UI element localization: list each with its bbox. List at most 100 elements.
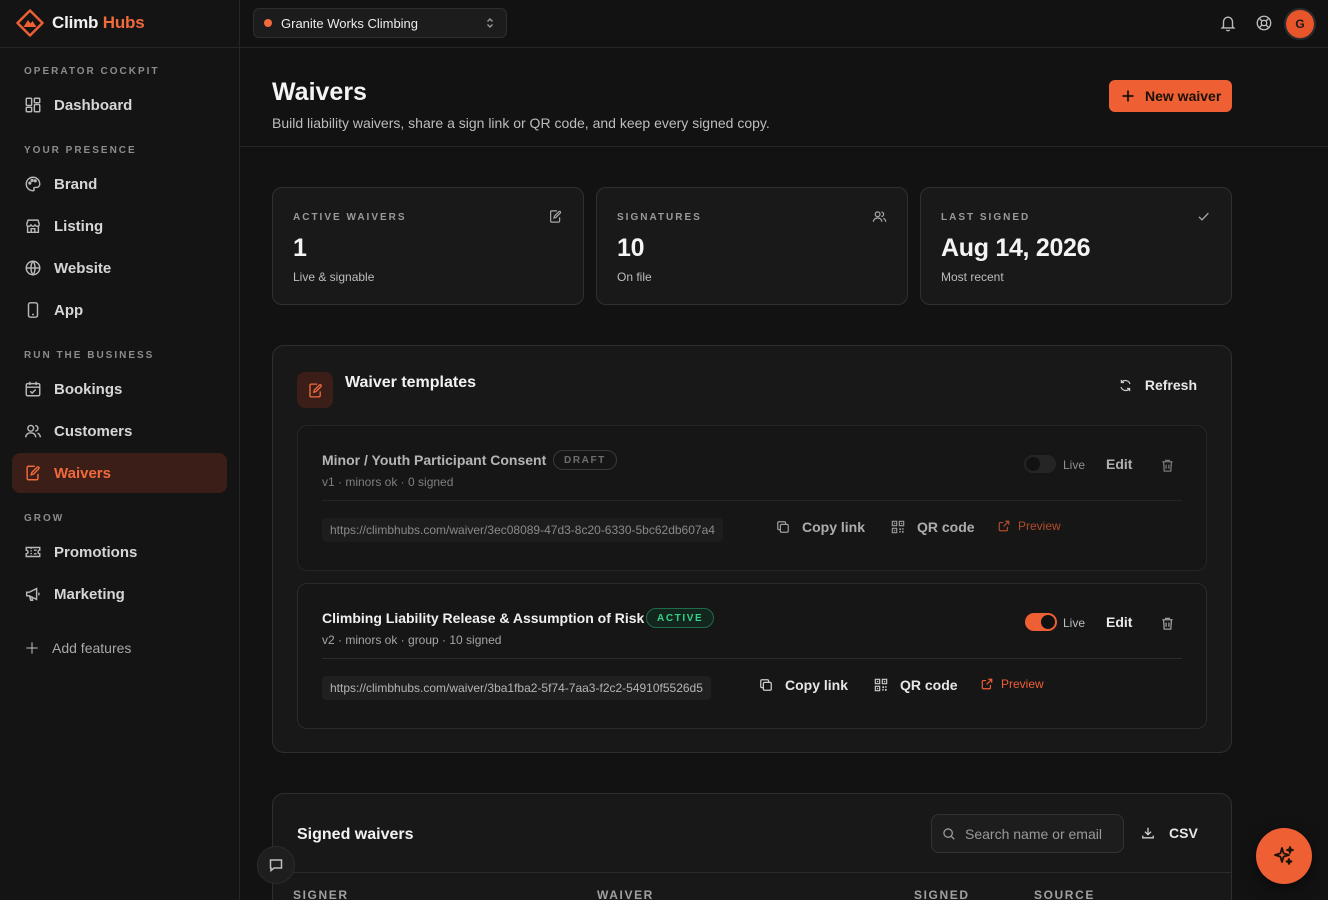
template-card-minor-youth: Minor / Youth Participant Consent DRAFT … — [297, 425, 1207, 571]
template-name: Climbing Liability Release & Assumption … — [322, 610, 645, 626]
feedback-chat-button[interactable] — [257, 846, 295, 884]
copy-link-button[interactable]: Copy link — [759, 677, 848, 693]
status-badge-draft: DRAFT — [553, 450, 617, 470]
stat-note: Most recent — [941, 270, 1004, 284]
sidebar-item-promotions[interactable]: Promotions — [12, 532, 227, 572]
stat-label: LAST SIGNED — [941, 212, 1031, 223]
column-header-signer[interactable]: SIGNER — [293, 888, 349, 900]
new-waiver-label: New waiver — [1145, 88, 1222, 104]
stat-value: 1 — [293, 234, 307, 262]
sidebar-item-app[interactable]: App — [12, 290, 227, 330]
brand-logo[interactable]: Climb Hubs — [16, 9, 145, 37]
climb-hubs-logo-icon — [16, 9, 44, 37]
csv-export-button[interactable]: CSV — [1141, 825, 1198, 841]
live-label: Live — [1063, 458, 1086, 472]
sidebar-item-label: Brand — [54, 175, 98, 193]
column-header-waiver[interactable]: WAIVER — [597, 888, 654, 900]
bell-icon[interactable] — [1219, 14, 1237, 32]
external-link-icon — [998, 520, 1010, 532]
signed-search-box[interactable] — [931, 814, 1124, 853]
column-header-signed[interactable]: SIGNED — [914, 888, 970, 900]
add-features-label: Add features — [52, 640, 132, 656]
ticket-icon — [24, 543, 42, 561]
store-icon — [24, 217, 42, 235]
column-header-source[interactable]: SOURCE — [1034, 888, 1095, 900]
qr-code-button[interactable]: QR code — [891, 519, 975, 535]
sidebar-item-label: Waivers — [54, 464, 111, 482]
sidebar-item-label: App — [54, 301, 84, 319]
trash-icon[interactable] — [1160, 458, 1175, 473]
signed-divider — [273, 872, 1231, 873]
preview-link[interactable]: Preview — [998, 519, 1061, 533]
panel-badge — [297, 372, 333, 408]
sidebar-item-waivers[interactable]: Waivers — [12, 453, 227, 493]
help-lifebuoy-icon[interactable] — [1255, 14, 1273, 32]
grid-icon — [24, 96, 42, 114]
signed-waivers-title: Signed waivers — [297, 826, 414, 843]
edit-button[interactable]: Edit — [1106, 456, 1132, 472]
qr-code-button[interactable]: QR code — [874, 677, 958, 693]
sign-link-url: https://climbhubs.com/waiver/3ec08089-47… — [322, 518, 723, 542]
stat-card-last-signed: LAST SIGNED Aug 14, 2026 Most recent — [920, 187, 1232, 305]
user-avatar[interactable]: G — [1284, 8, 1316, 40]
sidebar: Climb Hubs OPERATOR COCKPIT Dashboard YO… — [0, 0, 240, 900]
edit-document-icon — [24, 464, 42, 482]
toggle-knob — [1041, 615, 1055, 629]
template-meta: v2 · minors ok · group · 10 signed — [322, 633, 502, 647]
template-name: Minor / Youth Participant Consent — [322, 452, 547, 468]
toggle-knob — [1026, 457, 1040, 471]
search-input[interactable] — [965, 825, 1115, 842]
sidebar-item-marketing[interactable]: Marketing — [12, 574, 227, 614]
sidebar-item-label: Customers — [54, 422, 133, 440]
stat-value: Aug 14, 2026 — [941, 234, 1091, 262]
signed-waivers-panel: Signed waivers CSV SIGNER WAIVER SIGNED … — [272, 793, 1232, 900]
waiver-templates-panel: Waiver templates Refresh Minor / Youth P… — [272, 345, 1232, 753]
live-label: Live — [1063, 616, 1086, 630]
sidebar-item-label: Website — [54, 259, 112, 277]
workspace-name: Granite Works Climbing — [281, 15, 419, 31]
section-label-your-presence: YOUR PRESENCE — [24, 145, 137, 156]
workspace-switcher[interactable]: Granite Works Climbing — [253, 8, 507, 38]
sign-link-url: https://climbhubs.com/waiver/3ba1fba2-5f… — [322, 676, 711, 700]
header-divider — [240, 146, 1328, 147]
search-icon — [942, 827, 956, 841]
refresh-button[interactable]: Refresh — [1118, 377, 1197, 393]
stat-note: Live & signable — [293, 270, 375, 284]
copy-link-button[interactable]: Copy link — [776, 519, 865, 535]
sidebar-item-customers[interactable]: Customers — [12, 411, 227, 451]
trash-icon[interactable] — [1160, 616, 1175, 631]
live-toggle[interactable] — [1025, 613, 1057, 631]
ai-assistant-button[interactable] — [1256, 828, 1312, 884]
template-meta: v1 · minors ok · 0 signed — [322, 475, 454, 489]
chat-icon — [268, 857, 284, 873]
edit-button[interactable]: Edit — [1106, 614, 1132, 630]
edit-document-icon — [307, 382, 324, 399]
sidebar-item-label: Bookings — [54, 380, 123, 398]
plus-icon — [1121, 89, 1135, 103]
add-features-button[interactable]: Add features — [12, 628, 227, 668]
palette-icon — [24, 175, 42, 193]
sidebar-item-website[interactable]: Website — [12, 248, 227, 288]
sidebar-item-bookings[interactable]: Bookings — [12, 369, 227, 409]
globe-icon — [24, 259, 42, 277]
topbar: Granite Works Climbing G — [240, 0, 1328, 48]
stat-note: On file — [617, 270, 652, 284]
section-label-operator-cockpit: OPERATOR COCKPIT — [24, 66, 160, 77]
preview-link[interactable]: Preview — [981, 677, 1044, 691]
megaphone-icon — [24, 585, 42, 603]
stat-card-active-waivers: ACTIVE WAIVERS 1 Live & signable — [272, 187, 584, 305]
stat-label: ACTIVE WAIVERS — [293, 212, 407, 223]
sidebar-item-listing[interactable]: Listing — [12, 206, 227, 246]
new-waiver-button[interactable]: New waiver — [1109, 80, 1232, 112]
sidebar-item-brand[interactable]: Brand — [12, 164, 227, 204]
sidebar-item-label: Listing — [54, 217, 104, 235]
sidebar-divider — [0, 47, 240, 48]
edit-document-icon — [548, 209, 563, 224]
live-toggle[interactable] — [1024, 455, 1056, 473]
copy-icon — [759, 678, 773, 692]
sidebar-item-dashboard[interactable]: Dashboard — [12, 85, 227, 125]
qr-code-label: QR code — [917, 519, 975, 535]
page-subtitle: Build liability waivers, share a sign li… — [272, 115, 770, 131]
panel-title: Waiver templates — [345, 374, 477, 391]
copy-link-label: Copy link — [802, 519, 866, 535]
